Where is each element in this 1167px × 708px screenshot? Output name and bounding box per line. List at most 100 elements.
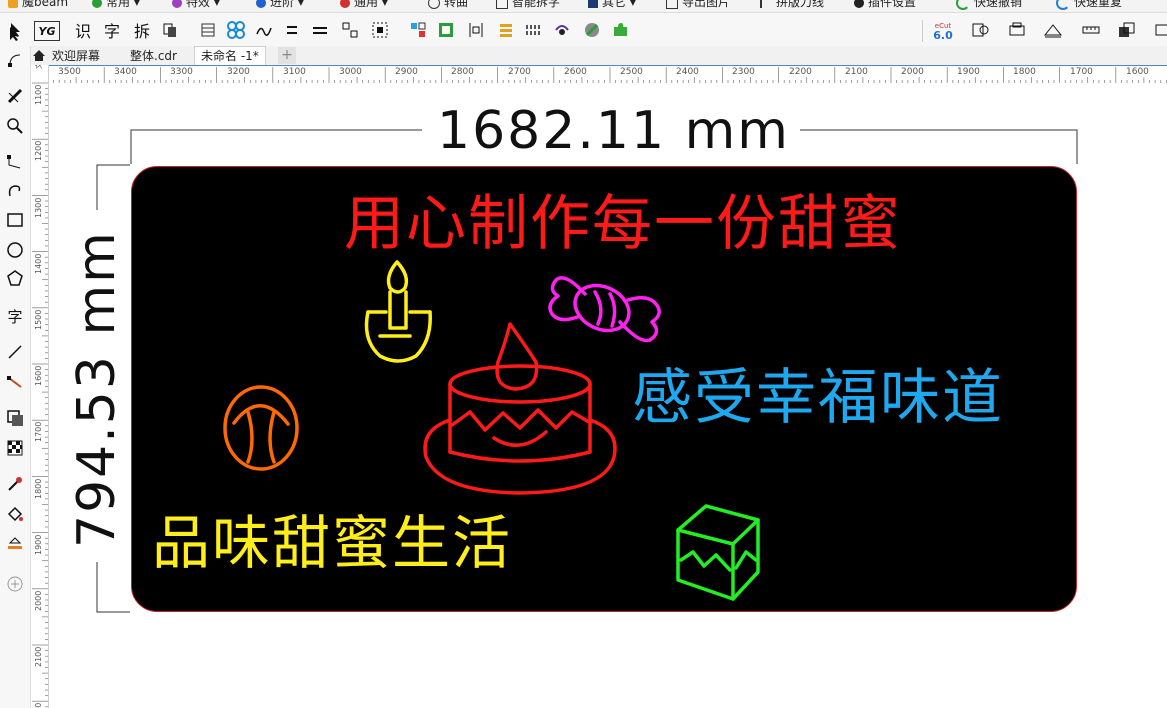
magic-icon bbox=[172, 0, 182, 8]
menu-item-export[interactable]: 导出图片 bbox=[666, 0, 730, 10]
ecut-button[interactable]: eCut 6.0 bbox=[930, 19, 956, 43]
ruler-label: 1600 bbox=[34, 365, 43, 386]
ruler-label: 1800 bbox=[1013, 67, 1036, 77]
ellipse-icon bbox=[7, 242, 23, 258]
list-icon[interactable] bbox=[496, 20, 516, 40]
crop-tool[interactable] bbox=[5, 86, 25, 106]
ruler-label: 2200 bbox=[34, 703, 43, 708]
plus-circle-icon bbox=[7, 576, 23, 592]
layers-icon[interactable] bbox=[1116, 20, 1138, 40]
ruler-label: 2500 bbox=[620, 67, 643, 77]
cut-path-icon[interactable] bbox=[1042, 20, 1064, 40]
toolbox: 字 bbox=[0, 27, 31, 708]
grid-icon[interactable] bbox=[524, 20, 544, 40]
ruler-label: 2700 bbox=[508, 67, 531, 77]
headline-text[interactable]: 用心制作每一份甜蜜 bbox=[344, 184, 902, 264]
split-button[interactable]: 拆 bbox=[131, 20, 153, 41]
overflow-icon[interactable] bbox=[1152, 20, 1167, 40]
image-icon[interactable] bbox=[436, 20, 456, 40]
tab-document-1[interactable]: 整体.cdr bbox=[124, 47, 183, 65]
ruler-label: 2000 bbox=[34, 590, 43, 611]
select-box-icon[interactable] bbox=[370, 20, 390, 40]
pick-tool[interactable] bbox=[5, 24, 25, 44]
width-dimension-label[interactable]: 1682.11 mm bbox=[437, 98, 790, 164]
vertical-ruler[interactable]: 文 1100 1200 1300 1400 1500 1600 1700 180… bbox=[31, 65, 49, 708]
menu-item-curve[interactable]: 转曲 bbox=[428, 0, 468, 10]
ruler-label: 1700 bbox=[34, 421, 43, 442]
text-tool[interactable]: 字 bbox=[5, 306, 25, 326]
eyedropper-tool[interactable] bbox=[5, 474, 25, 494]
horizontal-ruler[interactable]: 3500 3400 3300 3200 3100 3000 2900 2800 … bbox=[48, 65, 1167, 84]
smart-fill-tool[interactable] bbox=[5, 532, 25, 552]
shadow-icon bbox=[7, 410, 23, 426]
connector-tool[interactable] bbox=[5, 372, 25, 392]
trace-icon[interactable] bbox=[254, 20, 274, 40]
puzzle-icon[interactable] bbox=[610, 20, 630, 40]
freehand-tool[interactable] bbox=[5, 152, 25, 172]
pattern-icon[interactable] bbox=[226, 20, 246, 40]
paint-bucket-icon bbox=[7, 506, 23, 522]
recognize-button[interactable]: 识 bbox=[72, 20, 94, 41]
ruler-label: 1300 bbox=[34, 197, 43, 218]
table-icon[interactable] bbox=[198, 20, 218, 40]
menu-item-general[interactable]: 通用 ▾ bbox=[340, 0, 388, 10]
height-dimension-label[interactable]: 794.53 mm bbox=[67, 230, 127, 548]
menu-item-undo[interactable]: 快速撤销 bbox=[956, 0, 1022, 10]
ruler-label: 1700 bbox=[1070, 67, 1093, 77]
new-tab-button[interactable]: + bbox=[278, 47, 296, 64]
rectangle-tool[interactable] bbox=[5, 210, 25, 230]
layout-icon[interactable] bbox=[408, 20, 428, 40]
ruler-label: 2100 bbox=[845, 67, 868, 77]
ellipse-tool[interactable] bbox=[5, 240, 25, 260]
menu-item-logo[interactable]: 魔beam bbox=[8, 0, 68, 10]
link-icon[interactable] bbox=[552, 20, 572, 40]
dimension-tool[interactable] bbox=[5, 342, 25, 362]
spacing-icon[interactable] bbox=[466, 20, 486, 40]
vertical-ruler-ticks bbox=[32, 82, 48, 708]
copy-icon[interactable] bbox=[160, 20, 180, 40]
transparency-tool[interactable] bbox=[5, 438, 25, 458]
menu-item-settings[interactable]: 插件设置 bbox=[854, 0, 916, 10]
tab-welcome[interactable]: 欢迎屏幕 bbox=[30, 47, 106, 65]
gear-icon bbox=[854, 0, 864, 8]
ruler-label: 1400 bbox=[34, 253, 43, 274]
text-button[interactable]: 字 bbox=[101, 20, 123, 41]
shadow-tool[interactable] bbox=[5, 408, 25, 428]
yg-button[interactable]: YG bbox=[34, 21, 60, 41]
print-icon[interactable] bbox=[1006, 20, 1028, 40]
align-icon[interactable] bbox=[282, 20, 302, 40]
menu-item-misc[interactable]: 其它 ▾ bbox=[588, 0, 636, 10]
ruler-label: 3000 bbox=[339, 67, 362, 77]
menu-item-redo[interactable]: 快速重复 bbox=[1056, 0, 1122, 10]
zoom-tool[interactable] bbox=[5, 116, 25, 136]
dimension-icon bbox=[8, 345, 22, 359]
menu-item-advanced[interactable]: 进阶 ▾ bbox=[256, 0, 304, 10]
curve-tool-icon bbox=[7, 155, 21, 169]
shape-tool[interactable] bbox=[5, 50, 25, 70]
eyedropper-icon bbox=[8, 477, 22, 491]
bottom-text[interactable]: 品味甜蜜生活 bbox=[152, 507, 512, 579]
distribute-icon[interactable] bbox=[310, 20, 330, 40]
ruler-label: 1900 bbox=[957, 67, 980, 77]
knife-icon bbox=[7, 88, 23, 104]
ruler-label: 1100 bbox=[34, 84, 43, 105]
brush-icon[interactable] bbox=[582, 20, 602, 40]
menu-item-effects[interactable]: 特效 ▾ bbox=[172, 0, 220, 10]
measure-icon[interactable] bbox=[1080, 20, 1102, 40]
middle-text[interactable]: 感受幸福味道 bbox=[632, 360, 1004, 436]
group-icon[interactable] bbox=[340, 20, 360, 40]
ruler-label: 3400 bbox=[114, 67, 137, 77]
fill-tool[interactable] bbox=[5, 504, 25, 524]
menu-item-common[interactable]: 常用 ▾ bbox=[92, 0, 140, 10]
ruler-label: 3100 bbox=[283, 67, 306, 77]
tab-document-2[interactable]: 未命名 -1* bbox=[194, 46, 266, 65]
menu-item-split[interactable]: 智能拆字 bbox=[496, 0, 560, 10]
node-icon bbox=[8, 54, 21, 67]
export-icon bbox=[666, 0, 678, 9]
menu-item-cutline[interactable]: 拼版刀线 bbox=[760, 0, 824, 10]
search-object-icon[interactable] bbox=[970, 20, 992, 40]
polygon-tool[interactable] bbox=[5, 268, 25, 288]
star-icon bbox=[92, 0, 102, 8]
add-tool-button[interactable] bbox=[5, 574, 25, 594]
artistic-media-tool[interactable] bbox=[5, 180, 25, 200]
